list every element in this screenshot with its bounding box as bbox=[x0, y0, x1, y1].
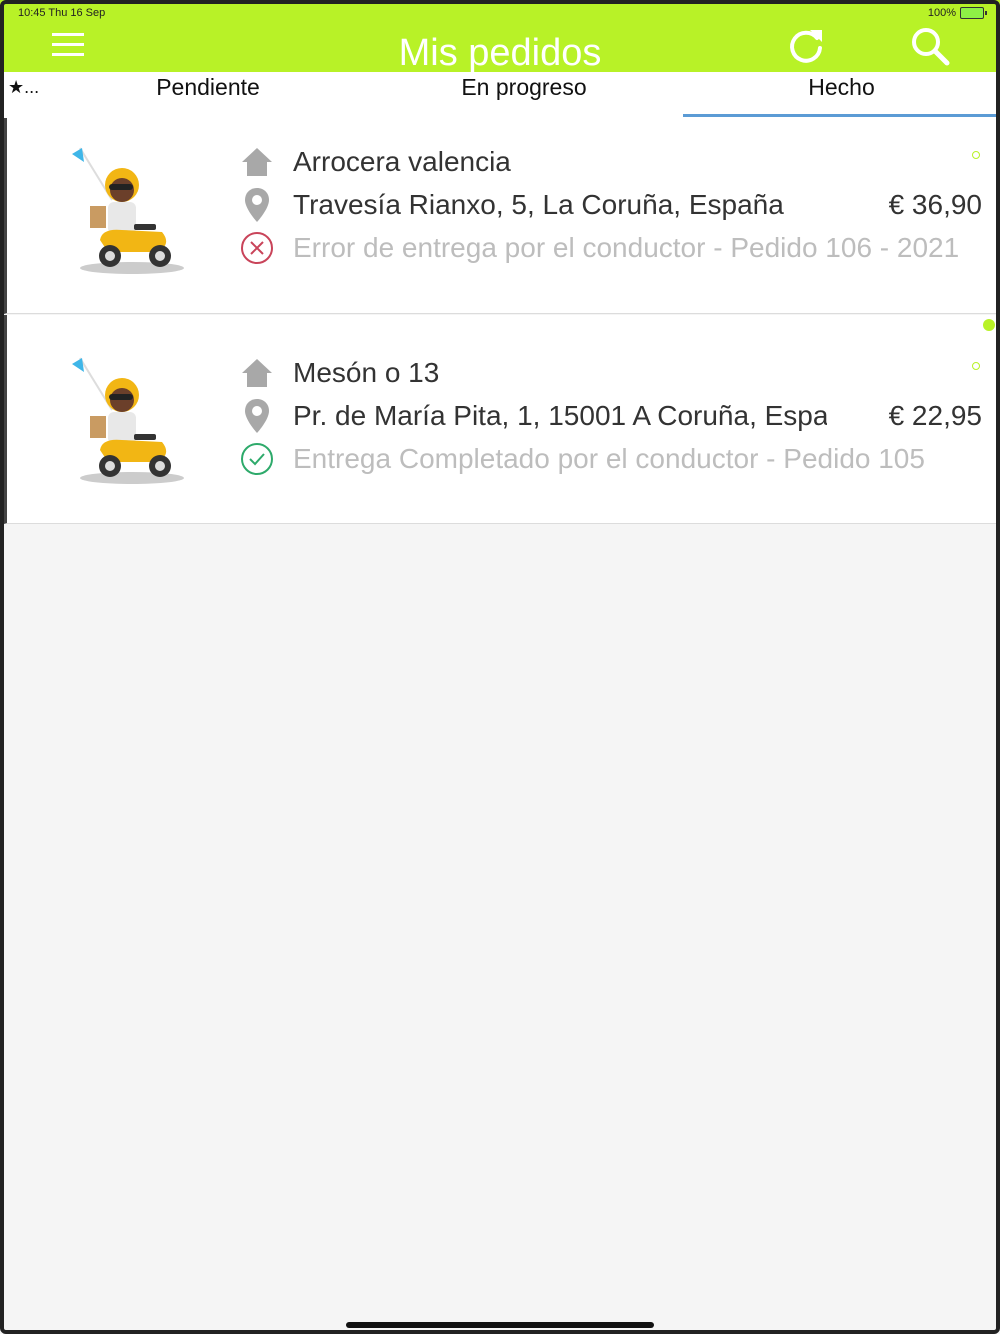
search-icon bbox=[912, 28, 950, 66]
search-button[interactable] bbox=[908, 24, 952, 68]
status-time: 10:45 Thu 16 Sep bbox=[18, 7, 106, 19]
tab-selected-indicator bbox=[683, 114, 1000, 117]
home-icon bbox=[242, 148, 272, 176]
delivery-address: Travesía Rianxo, 5, La Coruña, España bbox=[293, 189, 784, 220]
home-icon bbox=[242, 359, 272, 387]
restaurant-name: Mesón o 13 bbox=[293, 357, 440, 388]
order-price: € 22,95 bbox=[888, 400, 982, 431]
refresh-icon bbox=[790, 30, 822, 63]
delivery-status: Error de entrega por el conductor - Pedi… bbox=[293, 232, 960, 263]
status-dot bbox=[972, 362, 980, 370]
order-price: € 36,90 bbox=[888, 189, 982, 220]
order-card[interactable]: Mesón o 13 Pr. de María Pita, 1, 15001 A… bbox=[4, 315, 1000, 524]
tab-bar: ★... Pendiente En progreso Hecho bbox=[0, 72, 1000, 119]
status-battery: 100% bbox=[927, 7, 987, 19]
tab-in-progress[interactable]: En progreso bbox=[424, 72, 624, 118]
location-pin-icon bbox=[245, 399, 269, 433]
check-circle-icon bbox=[241, 443, 273, 475]
page-title: Mis pedidos bbox=[398, 32, 602, 72]
status-dot bbox=[972, 151, 980, 159]
order-card[interactable]: Arrocera valencia Travesía Rianxo, 5, La… bbox=[4, 118, 1000, 314]
restaurant-name: Arrocera valencia bbox=[293, 146, 511, 177]
refresh-button[interactable] bbox=[784, 24, 828, 68]
location-pin-icon bbox=[245, 188, 269, 222]
delivery-address: Pr. de María Pita, 1, 15001 A Coruña, Es… bbox=[293, 400, 827, 431]
new-indicator-dot bbox=[983, 319, 995, 331]
tab-favorites[interactable]: ★... bbox=[8, 72, 48, 118]
error-circle-icon bbox=[241, 232, 273, 264]
delivery-status: Entrega Completado por el conductor - Pe… bbox=[293, 443, 925, 474]
battery-icon bbox=[960, 7, 987, 19]
tab-done[interactable]: Hecho bbox=[683, 72, 1000, 118]
home-indicator bbox=[346, 1322, 654, 1328]
tab-pending[interactable]: Pendiente bbox=[108, 72, 308, 118]
delivery-scooter-illustration bbox=[72, 357, 184, 484]
delivery-scooter-illustration bbox=[72, 147, 184, 274]
battery-percentage: 100% bbox=[927, 7, 956, 19]
app-header: 10:45 Thu 16 Sep 100% Mis pedidos bbox=[0, 0, 1000, 72]
